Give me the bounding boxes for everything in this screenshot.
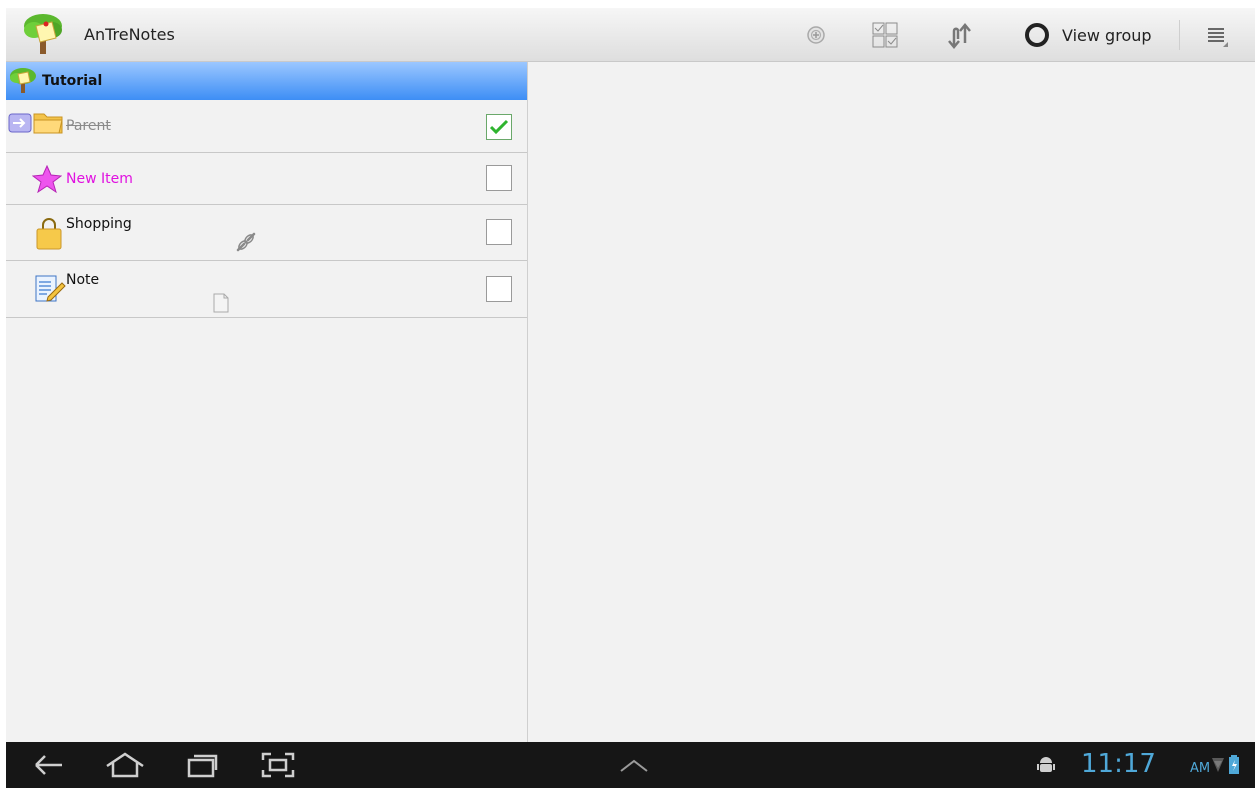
select-checkbox-button[interactable] (870, 20, 900, 50)
list-item-shopping[interactable]: Shopping (6, 205, 527, 261)
chevron-up-icon (620, 759, 648, 772)
action-bar: AnTreNotes View group (6, 8, 1255, 62)
view-group-button[interactable]: View group (1024, 20, 1164, 50)
document-icon (213, 293, 229, 313)
wifi-signal-icon (1212, 758, 1224, 772)
item-label: Shopping (66, 216, 132, 232)
item-checkbox[interactable] (486, 219, 512, 245)
home-icon (106, 752, 144, 778)
tree-pane: Tutorial Parent New Item Shopping Note (6, 62, 528, 742)
app-title: AnTreNotes (84, 25, 175, 44)
star-icon (32, 165, 62, 193)
move-button[interactable] (943, 20, 977, 50)
item-label: Parent (66, 118, 111, 134)
back-to-parent-icon[interactable] (8, 111, 32, 135)
home-button[interactable] (102, 750, 148, 780)
item-checkbox[interactable] (486, 114, 512, 140)
folder-icon (33, 113, 63, 134)
recent-apps-button[interactable] (182, 750, 222, 780)
item-label: New Item (66, 171, 133, 187)
overflow-menu-button[interactable] (1202, 20, 1232, 50)
link-icon (236, 232, 256, 252)
add-circle-button[interactable] (803, 20, 829, 50)
system-bar: 11:17 AM (6, 742, 1255, 788)
tree-header[interactable]: Tutorial (6, 62, 527, 100)
screenshot-button[interactable] (258, 750, 298, 780)
detail-pane (528, 62, 1255, 742)
action-bar-divider (1179, 20, 1180, 50)
tree-note-icon[interactable] (22, 12, 64, 56)
add-circle-icon (807, 26, 825, 44)
overflow-menu-icon (1208, 28, 1228, 47)
clock-time[interactable]: 11:17 (1081, 749, 1156, 779)
expand-up-button[interactable] (614, 750, 654, 780)
checkmark-icon (489, 119, 509, 135)
back-arrow-icon (35, 755, 62, 775)
item-checkbox[interactable] (486, 276, 512, 302)
android-notification-icon[interactable] (1036, 754, 1056, 774)
select-checkbox-icon (872, 22, 898, 48)
tree-icon (10, 68, 36, 93)
battery-icon (1229, 755, 1239, 774)
view-group-label: View group (1062, 25, 1152, 45)
notepad-icon (35, 275, 66, 302)
list-item-parent[interactable]: Parent (6, 100, 527, 153)
clock-ampm: AM (1190, 761, 1211, 776)
list-item-new-item[interactable]: New Item (6, 153, 527, 205)
shopping-bag-icon (36, 218, 62, 250)
list-item-note[interactable]: Note (6, 261, 527, 318)
back-button[interactable] (28, 750, 68, 780)
tree-header-label: Tutorial (42, 73, 103, 89)
recent-apps-icon (187, 754, 218, 778)
move-arrows-icon (948, 23, 971, 49)
screenshot-icon (261, 752, 295, 778)
item-label: Note (66, 272, 100, 288)
circle-icon (1025, 23, 1049, 47)
item-checkbox[interactable] (486, 165, 512, 191)
